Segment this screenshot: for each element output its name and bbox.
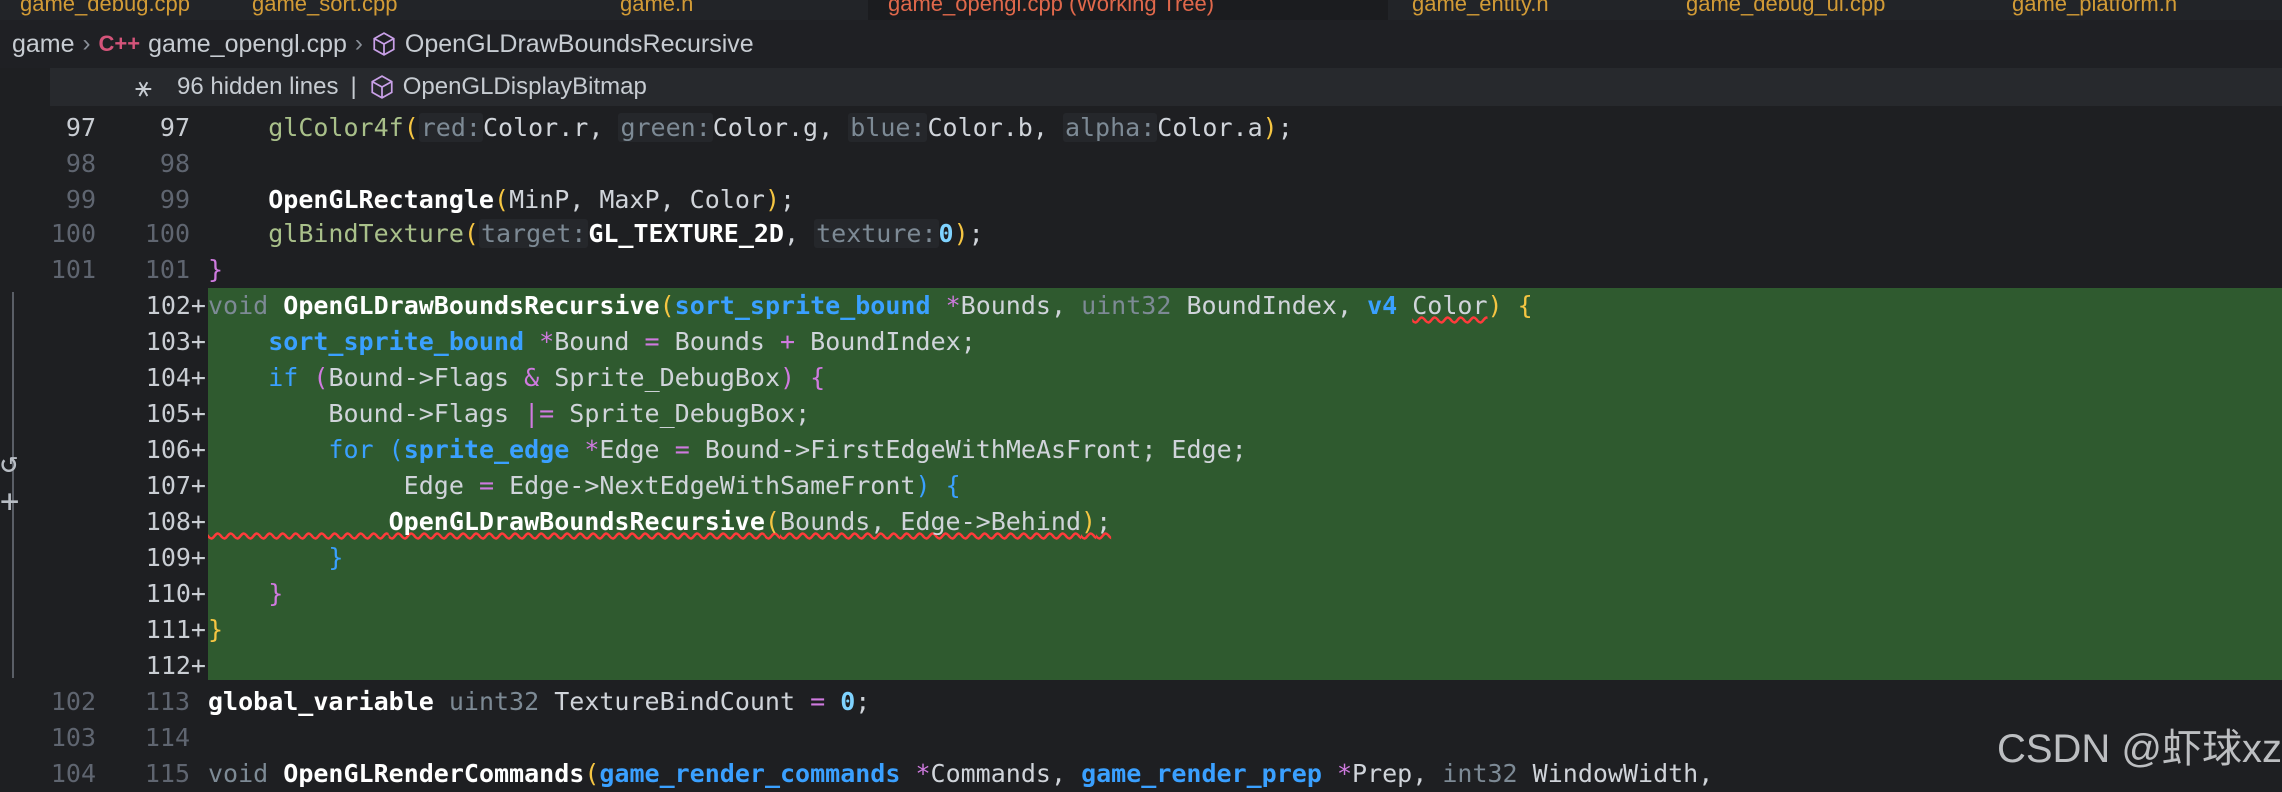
separator: |	[350, 73, 357, 100]
line-number-old	[40, 324, 96, 360]
tab-label: game_entity.h	[1412, 0, 1549, 16]
line-number-new: 114	[144, 723, 190, 752]
line-number-new: 112+	[145, 651, 206, 680]
unfold-icon[interactable]: ⚹	[135, 71, 177, 104]
line-number-old	[40, 540, 96, 576]
line-number-old: 100	[50, 219, 96, 248]
cpp-file-icon: C++	[98, 31, 141, 56]
line-number-old	[40, 288, 96, 324]
line-number-new: 102+	[145, 291, 206, 320]
tab-5[interactable]: game_debug_ui.cpp	[1666, 0, 1986, 20]
revert-icon[interactable]: ↺	[0, 448, 18, 478]
tab-6[interactable]: game_platform.h	[1992, 0, 2282, 20]
chevron-right-icon: ›	[354, 30, 363, 57]
line-number-new: 107+	[145, 471, 206, 500]
tab-label: game_sort.cpp	[252, 0, 398, 16]
code-line-102[interactable]: void OpenGLDrawBoundsRecursive(sort_spri…	[208, 288, 1533, 324]
code-line-109[interactable]: }	[208, 540, 343, 576]
line-number-new: 115	[144, 759, 190, 788]
line-number-new: 108+	[145, 507, 206, 536]
tab-bar: game_debug.cpp game_sort.cpp game.h game…	[0, 0, 2282, 20]
tab-0[interactable]: game_debug.cpp	[0, 0, 210, 20]
chevron-right-icon: ›	[82, 30, 91, 57]
tab-label: game_debug_ui.cpp	[1686, 0, 1886, 16]
tab-label: game.h	[620, 0, 694, 16]
line-number-new: 110+	[145, 579, 206, 608]
line-number-old: 104	[50, 759, 96, 788]
breadcrumb-root[interactable]: game	[12, 30, 75, 59]
watermark: CSDN @虾球xz	[1996, 727, 2282, 771]
line-number-new: 98	[159, 149, 190, 178]
line-number-new: 101	[144, 255, 190, 284]
add-icon[interactable]: +	[0, 485, 19, 517]
line-number-old	[40, 468, 96, 504]
method-cube-icon	[373, 32, 395, 56]
line-number-old: 101	[50, 255, 96, 284]
line-number-old	[40, 432, 96, 468]
line-number-old	[40, 576, 96, 612]
hidden-lines-label[interactable]: 96 hidden lines	[177, 73, 338, 101]
tab-label: game_debug.cpp	[20, 0, 191, 16]
line-number-new: 104+	[145, 363, 206, 392]
line-number-old	[40, 504, 96, 540]
tab-label: game_platform.h	[2012, 0, 2178, 16]
line-number-old: 103	[50, 723, 96, 752]
line-number-old	[40, 360, 96, 396]
line-number-new: 103+	[145, 327, 206, 356]
code-line-107[interactable]: Edge = Edge->NextEdgeWithSameFront) {	[208, 468, 961, 504]
breadcrumb: game › C++ game_opengl.cpp › OpenGLDrawB…	[0, 20, 2282, 68]
line-number-old: 98	[65, 149, 96, 178]
method-cube-icon	[371, 75, 393, 99]
tab-3-active[interactable]: game_opengl.cpp (Working Tree)	[868, 0, 1388, 20]
tab-1[interactable]: game_sort.cpp	[232, 0, 442, 20]
code-line-103[interactable]: sort_sprite_bound *Bound = Bounds + Boun…	[208, 324, 976, 360]
code-line-108[interactable]: OpenGLDrawBoundsRecursive(Bounds, Edge->…	[208, 504, 1112, 540]
tab-label: game_opengl.cpp (Working Tree)	[888, 0, 1215, 16]
tab-2[interactable]: game.h	[600, 0, 800, 20]
line-number-old	[40, 612, 96, 648]
code-line-104[interactable]: if (Bound->Flags & Sprite_DebugBox) {	[208, 360, 825, 396]
code-line-113[interactable]: global_variable uint32 TextureBindCount …	[208, 684, 870, 720]
line-number-new: 113	[144, 687, 190, 716]
code-line-97[interactable]: glColor4f(red:Color.r, green:Color.g, bl…	[208, 110, 1293, 146]
line-number-new: 99	[159, 185, 190, 214]
sticky-scroll-header[interactable]: ⚹ 96 hidden lines | OpenGLDisplayBitmap	[50, 68, 2282, 106]
tab-4[interactable]: game_entity.h	[1392, 0, 1662, 20]
code-line-99[interactable]: OpenGLRectangle(MinP, MaxP, Color);	[208, 182, 795, 218]
sticky-symbol[interactable]: OpenGLDisplayBitmap	[403, 73, 647, 101]
line-number-new: 100	[144, 219, 190, 248]
line-number-new: 111+	[145, 615, 206, 644]
breadcrumb-symbol[interactable]: OpenGLDrawBoundsRecursive	[405, 30, 754, 59]
code-line-105[interactable]: Bound->Flags |= Sprite_DebugBox;	[208, 396, 810, 432]
code-line-106[interactable]: for (sprite_edge *Edge = Bound->FirstEdg…	[208, 432, 1246, 468]
line-number-new: 97	[159, 113, 190, 142]
line-number-old: 99	[65, 185, 96, 214]
line-number-old: 97	[65, 113, 96, 142]
code-line-111[interactable]: }	[208, 612, 223, 648]
code-line-100[interactable]: glBindTexture(target:GL_TEXTURE_2D, text…	[208, 216, 984, 252]
breadcrumb-file[interactable]: game_opengl.cpp	[148, 30, 347, 59]
code-line-110[interactable]: }	[208, 576, 283, 612]
code-line-115[interactable]: void OpenGLRenderCommands(game_render_co…	[208, 756, 1713, 792]
line-number-new: 105+	[145, 399, 206, 428]
line-number-old	[40, 648, 96, 684]
line-number-old: 102	[50, 687, 96, 716]
line-number-new: 106+	[145, 435, 206, 464]
line-number-old	[40, 396, 96, 432]
line-number-new: 109+	[145, 543, 206, 572]
code-line-101[interactable]: }	[208, 252, 223, 288]
